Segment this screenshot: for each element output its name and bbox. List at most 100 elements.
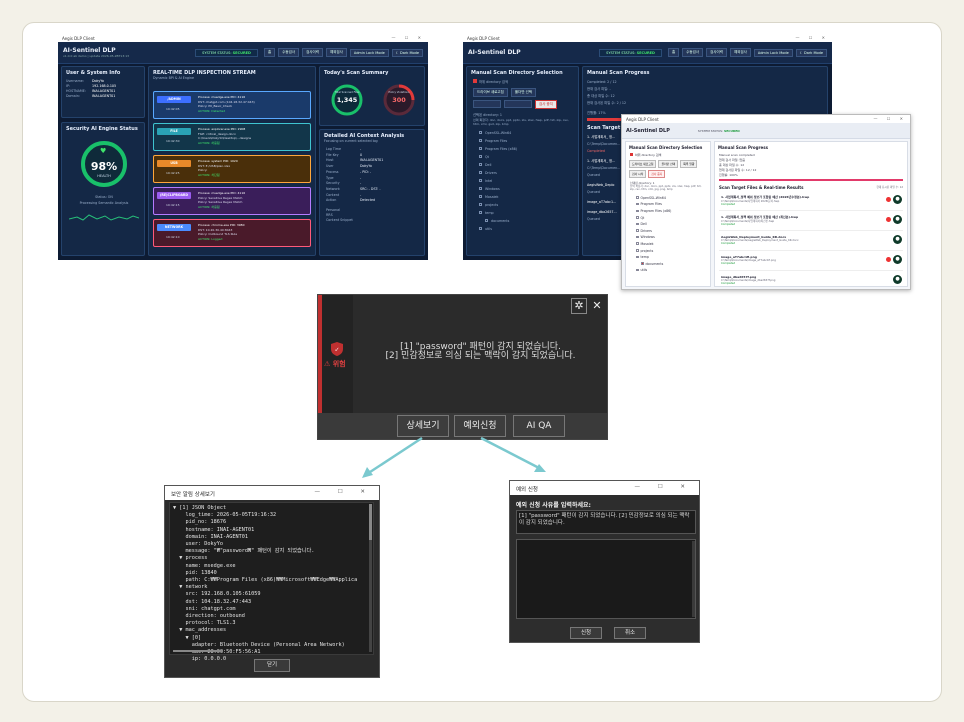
reason-textarea[interactable] <box>516 539 696 619</box>
manual-scan-button[interactable]: 수동검사 <box>278 48 300 57</box>
tree-line[interactable]: direction: outbound <box>173 613 357 620</box>
tree-line[interactable]: ▼ [0] <box>173 635 357 642</box>
tree-line[interactable]: path: C:₩₩Program Files (x86)₩₩Microsoft… <box>173 577 357 584</box>
tree-node[interactable]: Drivers <box>636 228 700 235</box>
exception-button[interactable]: 예외검사 <box>325 48 347 57</box>
tree-node[interactable]: temp <box>479 209 566 217</box>
stop-scan-button[interactable]: 검사 중지 <box>535 100 557 109</box>
action-icon[interactable]: ● <box>893 255 902 264</box>
window-controls[interactable]: — ☐ ✕ <box>874 116 907 121</box>
window-controls[interactable]: — ☐ ✕ <box>392 35 425 40</box>
dark-mode-button[interactable]: ☾ Dark Mode <box>795 48 827 57</box>
tree-node[interactable]: documents <box>479 217 566 225</box>
tree-node[interactable]: Mosaiek <box>479 193 566 201</box>
json-tree-view[interactable]: ▼ [1] JSON Object log_time: 2026-05-05T1… <box>169 502 374 662</box>
action-icon[interactable]: ● <box>893 235 902 244</box>
close-icon[interactable]: ✕ <box>589 298 605 314</box>
tree-node[interactable]: temp <box>636 254 700 261</box>
tree-line[interactable]: pid_no: 18676 <box>173 519 357 526</box>
dark-mode-button[interactable]: ☾ Dark Mode <box>391 48 423 57</box>
tree-node[interactable]: projects <box>636 248 700 255</box>
start-button[interactable] <box>504 100 532 108</box>
tree-line[interactable]: src: 192.168.0.105:61059 <box>173 591 357 598</box>
action-icon[interactable]: ● <box>893 195 902 204</box>
result-row[interactable]: image_dba2657f.png C:\Temp\Documents\imag… <box>719 273 903 289</box>
window-controls[interactable]: — ☐ ✕ <box>796 35 829 40</box>
tree-node[interactable]: Qt <box>636 215 700 222</box>
scan-history-button[interactable]: 검사이력 <box>302 48 323 57</box>
tree-node[interactable]: Dell <box>479 161 566 169</box>
tree-line[interactable]: hostname: INAI-AGENT01 <box>173 527 357 534</box>
tree-line[interactable]: ▼ network <box>173 584 357 591</box>
refresh-drives-button[interactable]: 드라이브 새로고침 <box>473 88 508 97</box>
result-row[interactable]: 1. 사업계획서_정책 예외 정보가 포함된 예산 (최신본).hwp C:\Te… <box>719 213 903 231</box>
tree-line[interactable]: domain: INAI-AGENT01 <box>173 534 357 541</box>
result-row[interactable]: AegisWeb_Deployment_Guide_KR.docx C:\Temp… <box>719 233 903 251</box>
list-button[interactable]: 목록 열람 <box>680 160 698 168</box>
submit-button[interactable]: 신청 <box>570 627 602 639</box>
tree-node[interactable]: utils <box>479 225 566 233</box>
tree-line[interactable]: ▼ [1] JSON Object <box>173 505 357 512</box>
ai-qa-button[interactable]: AI QA <box>513 415 565 437</box>
home-button[interactable]: 홈 <box>667 48 680 57</box>
stream-event[interactable]: /ADMIN 19:42:05 Process: msedge.exe PID: 4… <box>153 91 311 119</box>
cancel-button[interactable]: 취소 <box>614 627 646 639</box>
tree-node[interactable]: utils <box>636 267 700 274</box>
tree-line[interactable]: message: "₩"password₩" 패턴이 감지 되었습니다. <box>173 548 357 555</box>
tree-line[interactable]: pid: 13840 <box>173 570 357 577</box>
tree-line[interactable]: adapter: Bluetooth Device (Personal Area… <box>173 642 357 649</box>
exception-button[interactable]: 예외검사 <box>729 48 751 57</box>
horizontal-scrollbar[interactable] <box>173 650 223 652</box>
action-icon[interactable]: ● <box>893 275 902 284</box>
window-controls[interactable]: — ☐ ✕ <box>634 484 693 490</box>
tree-node[interactable]: projects <box>479 201 566 209</box>
tree-line[interactable]: protocol: TLS1.3 <box>173 620 357 627</box>
stream-event[interactable]: FILE 19:42:30 Process: explorer.exe PID: 2… <box>153 123 311 151</box>
textarea-scrollbar[interactable] <box>692 541 695 617</box>
tree-node[interactable]: Qt <box>479 153 566 161</box>
select-folder-button[interactable]: 폴더만 선택 <box>658 160 679 168</box>
detail-view-button[interactable]: 상세보기 <box>397 415 449 437</box>
directory-tree[interactable]: OpenSSL-Win64 Program Files Program Files … <box>467 126 578 236</box>
tree-line[interactable]: name: msedge.exe <box>173 563 357 570</box>
tree-node[interactable]: Drivers <box>479 169 566 177</box>
exception-request-button[interactable]: 예외신청 <box>454 415 506 437</box>
tree-node[interactable]: Intel <box>479 177 566 185</box>
tree-node[interactable]: Program Files (x86) <box>636 208 700 215</box>
action-icon[interactable]: ● <box>893 215 902 224</box>
tree-node[interactable]: Windows <box>479 185 566 193</box>
tree-node[interactable]: Program Files <box>636 201 700 208</box>
result-row[interactable]: image_aT7abc1fi.png C:\Temp\Documents\ima… <box>719 253 903 271</box>
stream-event[interactable]: USB 19:42:25 Process: system PID: 1020 DST:… <box>153 155 311 183</box>
manual-scan-button[interactable]: 수동검사 <box>682 48 704 57</box>
settings-icon[interactable]: ✲ <box>571 298 587 314</box>
window-controls[interactable]: — ☐ ✕ <box>314 489 373 495</box>
scan-history-button[interactable]: 검사이력 <box>706 48 727 57</box>
stream-event[interactable]: NETWORK 19:42:10 Process: chrome.exe PID: … <box>153 219 311 247</box>
stream-event[interactable]: (RE)CLIPBOARD 19:42:15 Process: msedge.exe… <box>153 187 311 215</box>
tree-node[interactable]: Dell <box>636 221 700 228</box>
tree-node[interactable]: Mosaiek <box>636 241 700 248</box>
tree-node[interactable]: Windows <box>636 234 700 241</box>
close-button[interactable]: 닫기 <box>254 659 290 672</box>
refresh-button[interactable]: 드라이브 새로고침 <box>629 160 657 168</box>
tree-node[interactable]: documents <box>636 261 700 268</box>
list-button[interactable] <box>473 100 501 108</box>
tree-line[interactable]: log_time: 2026-05-05T19:16:32 <box>173 512 357 519</box>
tree-line[interactable]: dst: 104.18.32.47:443 <box>173 599 357 606</box>
tree-node[interactable]: Program Files <box>479 137 566 145</box>
tree-line[interactable]: sni: chatgpt.com <box>173 606 357 613</box>
tree-line[interactable]: ▼ mac_addresses <box>173 627 357 634</box>
result-row[interactable]: 1. 사업계획서_정책 예외 정보가 포함된 예산 (2026년수정본).hwp… <box>719 193 903 211</box>
tree-node[interactable]: OpenSSL-Win64 <box>479 129 566 137</box>
admin-lock-button[interactable]: Admin Lock Mode <box>349 48 389 57</box>
directory-tree[interactable]: OpenSSL-Win64 Program Files Program Files … <box>626 192 710 277</box>
tree-line[interactable]: ▼ process <box>173 555 357 562</box>
start-scan-button[interactable]: 검사 시작 <box>629 170 647 178</box>
stop-scan-button[interactable]: 검사 중지 <box>648 170 666 178</box>
tree-node[interactable]: Program Files (x86) <box>479 145 566 153</box>
tree-scrollbar[interactable] <box>369 504 372 652</box>
tree-node[interactable]: OpenSSL-Win64 <box>636 195 700 202</box>
select-folder-button[interactable]: 폴더만 선택 <box>510 88 537 97</box>
home-button[interactable]: 홈 <box>263 48 276 57</box>
